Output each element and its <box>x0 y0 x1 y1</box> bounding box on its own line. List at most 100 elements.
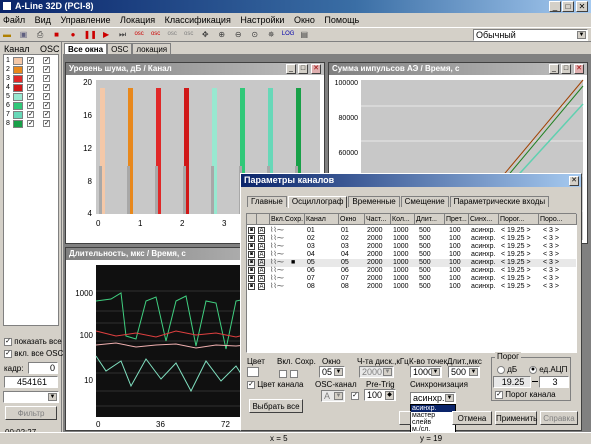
osc-icon[interactable]: osc <box>133 29 145 40</box>
channel-osc-checkbox[interactable]: ✓ <box>43 102 50 109</box>
sync-select[interactable]: асинхр. ▼ <box>410 392 456 404</box>
tab-parametric-inputs[interactable]: Параметрические входы <box>449 196 550 207</box>
db-radio-option[interactable]: дБ <box>497 365 517 374</box>
tab-all-windows[interactable]: Все окна <box>64 43 108 54</box>
threshold-adc-field[interactable]: 3 <box>539 376 569 388</box>
channel-enable-checkbox[interactable]: ✓ <box>27 84 34 91</box>
channel-osc-checkbox[interactable]: ✓ <box>43 93 50 100</box>
step-icon[interactable]: ⏭ <box>117 29 129 40</box>
channel-enable-checkbox[interactable]: ✓ <box>27 66 34 73</box>
tab-offset[interactable]: Смещение <box>400 196 449 207</box>
save-checkbox[interactable] <box>289 369 298 378</box>
menu-control[interactable]: Управление <box>60 15 110 25</box>
pretrig-checkbox[interactable]: ✓ <box>351 391 359 400</box>
sample-rate-select[interactable]: 2000 ▼ <box>359 366 394 378</box>
ok-button[interactable] <box>399 411 411 425</box>
tab-osc[interactable]: OSC <box>107 43 133 54</box>
osc-all-option[interactable]: ✓ вкл. все OSC <box>4 349 63 358</box>
tab-location[interactable]: локация <box>132 43 172 54</box>
table-row[interactable]: ◙ A ⌇⌇⁓ 01 01 2000 1000 500 100 асинхр. < 19.25 > <… <box>247 227 576 235</box>
help-button[interactable]: Справка <box>540 411 578 425</box>
osc-channel-select[interactable]: A ▼ <box>321 390 345 402</box>
adc-radio-option[interactable]: ● ед.АЦП <box>529 365 567 374</box>
channel-osc-checkbox[interactable]: ✓ <box>43 75 50 82</box>
print-icon[interactable]: ⎙ <box>34 29 46 40</box>
mode-select[interactable]: Обычный ▼ <box>473 29 588 41</box>
tab-main[interactable]: Главные <box>247 196 287 207</box>
maximize-button[interactable]: □ <box>298 64 308 74</box>
tab-time[interactable]: Временные <box>348 196 400 207</box>
table-row[interactable]: ◙ A ⌇⌇⁓ 04 04 2000 1000 500 100 асинхр. < 19.25 > <… <box>247 251 576 259</box>
duration-select[interactable]: 500 ▼ <box>448 366 480 378</box>
channel-osc-checkbox[interactable]: ✓ <box>43 120 50 127</box>
pretrig-spinner[interactable]: 100 ◆ <box>364 389 396 401</box>
menu-file[interactable]: Файл <box>3 15 25 25</box>
log-icon[interactable]: LOG <box>282 29 295 40</box>
table-row[interactable]: ◙ A ⌇⌇⁓ ■ 05 05 2000 1000 500 100 асинхр. < 19.25 >… <box>247 259 576 267</box>
channel-row[interactable]: 6 ✓ ✓ <box>5 102 59 110</box>
adc-radio[interactable]: ● <box>529 365 537 374</box>
menu-view[interactable]: Вид <box>35 15 51 25</box>
channel-osc-checkbox[interactable]: ✓ <box>43 66 50 73</box>
channel-threshold-checkbox[interactable]: ✓ <box>495 390 503 399</box>
zoom-in-icon[interactable]: ⊕ <box>216 29 228 40</box>
maximize-button[interactable]: □ <box>562 1 574 12</box>
channel-enable-checkbox[interactable]: ✓ <box>27 75 34 82</box>
save-icon[interactable]: ▣ <box>18 29 30 40</box>
move-icon[interactable]: ✥ <box>199 29 211 40</box>
points-select[interactable]: 1000 ▼ <box>410 366 442 378</box>
channel-enable-checkbox[interactable]: ✓ <box>27 120 34 127</box>
pause-icon[interactable]: ❚❚ <box>84 29 97 40</box>
channel-enable-checkbox[interactable]: ✓ <box>27 93 34 100</box>
channel-enable-checkbox[interactable]: ✓ <box>27 102 34 109</box>
sync-option[interactable]: слейв <box>411 419 455 426</box>
osc-icon[interactable]: osc <box>166 29 178 40</box>
stop-icon[interactable]: ■ <box>51 29 63 40</box>
minimize-button[interactable]: _ <box>549 64 559 74</box>
channel-threshold-option[interactable]: ✓ Порог канала <box>495 390 556 399</box>
enable-checkbox[interactable] <box>279 369 287 378</box>
close-button[interactable]: ✕ <box>576 1 588 12</box>
db-radio[interactable] <box>497 365 505 374</box>
dialog-close-button[interactable]: ✕ <box>569 176 579 186</box>
channel-enable-checkbox[interactable]: ✓ <box>27 57 34 64</box>
channel-row[interactable]: 5 ✓ ✓ <box>5 93 59 101</box>
zoom-out-icon[interactable]: ⊖ <box>232 29 244 40</box>
threshold-slider[interactable] <box>532 381 538 382</box>
table-row[interactable]: ◙ A ⌇⌇⁓ 03 03 2000 1000 500 100 асинхр. < 19.25 > <… <box>247 243 576 251</box>
threshold-db-field[interactable]: 19.25 <box>493 376 531 388</box>
channel-row[interactable]: 2 ✓ ✓ <box>5 66 59 74</box>
minimize-button[interactable]: _ <box>549 1 561 12</box>
zoom-icon[interactable]: ⊙ <box>249 29 261 40</box>
minimize-button[interactable]: _ <box>286 64 296 74</box>
channel-row[interactable]: 3 ✓ ✓ <box>5 75 59 83</box>
target-icon[interactable]: ✵ <box>265 29 277 40</box>
channel-color-option[interactable]: ✓ Цвет канала <box>247 380 304 389</box>
color-swatch[interactable] <box>247 367 259 377</box>
channel-row[interactable]: 1 ✓ ✓ <box>5 57 59 65</box>
close-button[interactable]: ✕ <box>574 64 584 74</box>
show-all-checkbox[interactable]: ✓ <box>4 337 12 346</box>
select-all-button[interactable]: Выбрать все <box>249 399 303 413</box>
sync-option[interactable]: асинхр. <box>411 405 455 412</box>
osc-icon[interactable]: osc <box>183 29 195 40</box>
record-icon[interactable]: ● <box>67 29 79 40</box>
menu-classification[interactable]: Классификация <box>165 15 231 25</box>
channel-row[interactable]: 8 ✓ ✓ <box>5 120 59 128</box>
channel-osc-checkbox[interactable]: ✓ <box>43 111 50 118</box>
filter-select[interactable]: ▼ <box>3 391 59 403</box>
play-icon[interactable]: ▶ <box>100 29 112 40</box>
open-icon[interactable]: ▬ <box>1 29 13 40</box>
filter-button[interactable]: Фильтр <box>5 406 57 420</box>
report-icon[interactable]: ▤ <box>298 29 310 40</box>
sync-option[interactable]: мастер <box>411 412 455 419</box>
menu-window[interactable]: Окно <box>294 15 315 25</box>
frame-field[interactable]: 0 <box>28 362 58 374</box>
tab-oscillograph[interactable]: Осциллограф <box>287 196 348 208</box>
table-row[interactable]: ◙ A ⌇⌇⁓ 02 02 2000 1000 500 100 асинхр. < 19.25 > <… <box>247 235 576 243</box>
osc-icon[interactable]: osc <box>150 29 162 40</box>
window-select[interactable]: 05 ▼ <box>319 366 345 378</box>
menu-location[interactable]: Локация <box>120 15 155 25</box>
cancel-button[interactable]: Отмена <box>452 411 492 425</box>
menu-settings[interactable]: Настройки <box>240 15 284 25</box>
